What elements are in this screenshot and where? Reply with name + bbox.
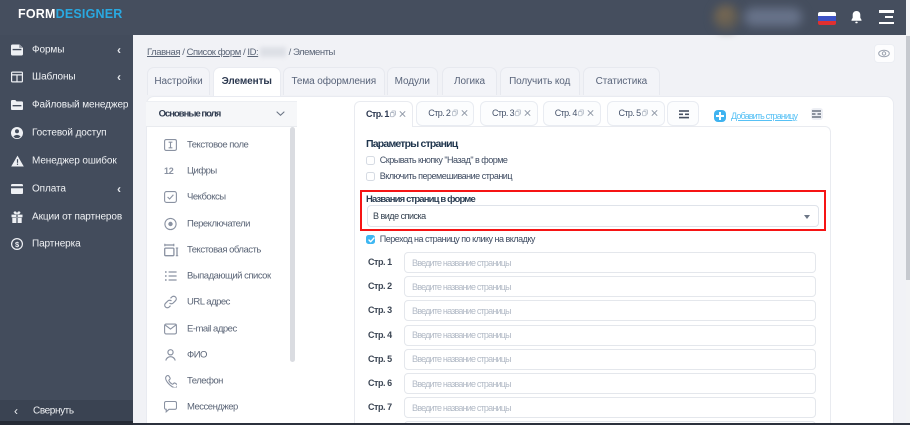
svg-text:$: $ (15, 240, 20, 249)
